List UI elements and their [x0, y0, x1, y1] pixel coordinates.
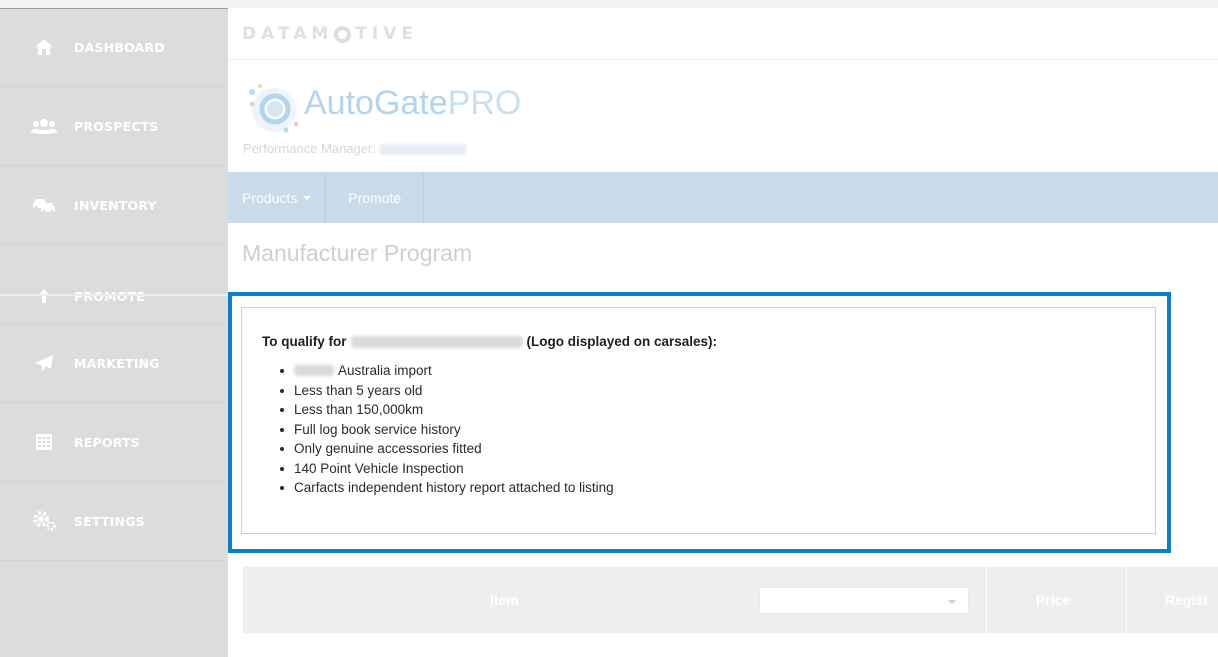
performance-manager: Performance Manager: [243, 141, 466, 156]
sidebar-item-reports[interactable]: REPORTS [0, 403, 228, 482]
redacted-program-name [350, 335, 523, 348]
sidebar-item-label: SETTINGS [74, 513, 145, 529]
list-item: Carfacts independent history report atta… [280, 478, 614, 498]
performance-manager-label: Performance Manager: [243, 141, 376, 156]
sidebar-top-divider [0, 8, 228, 9]
list-item-text: Less than 150,000km [294, 402, 424, 417]
paper-plane-icon [28, 354, 60, 372]
list-item-text: Only genuine accessories fitted [294, 441, 482, 456]
column-header-price[interactable]: Price [1036, 567, 1070, 633]
redacted-brand [294, 365, 334, 377]
column-divider [1126, 567, 1127, 633]
app-title-suffix: PRO [447, 84, 522, 122]
sidebar-item-label: MARKETING [74, 355, 160, 371]
sidebar-item-label: INVENTORY [74, 197, 157, 213]
column-divider [986, 567, 987, 633]
list-item: Only genuine accessories fitted [280, 439, 614, 459]
gears-icon [28, 511, 60, 531]
qualification-heading: To qualify for (Logo displayed on carsal… [262, 334, 717, 349]
table-header: Item Price Regist [243, 567, 1218, 633]
list-item: Australia import [280, 361, 614, 381]
list-item-text: Australia import [338, 363, 432, 378]
list-item-text: 140 Point Vehicle Inspection [294, 460, 464, 476]
arrow-up-icon [28, 288, 60, 304]
list-item: Less than 150,000km [280, 400, 614, 420]
autogate-logo-icon [249, 84, 298, 133]
sidebar-item-label: PROSPECTS [74, 118, 159, 134]
cars-icon [28, 196, 60, 214]
main-menu-bar: Products Promote [228, 172, 1218, 223]
item-filter-select[interactable] [759, 587, 969, 614]
home-icon [28, 38, 60, 56]
brand-o-icon [334, 25, 352, 43]
column-header-item[interactable]: Item [490, 567, 519, 633]
app-title-main: AutoGate [304, 84, 448, 122]
sidebar-item-label: PROMOTE [74, 288, 145, 304]
chevron-down-icon [303, 195, 312, 200]
qualification-list: Australia import Less than 5 years old L… [280, 361, 614, 498]
report-grid-icon [28, 433, 60, 451]
page-title: Manufacturer Program [242, 240, 473, 266]
brand-text-left: DATAM [242, 24, 334, 44]
sidebar-item-promote[interactable]: PROMOTE [0, 245, 228, 324]
sidebar-item-settings[interactable]: SETTINGS [0, 482, 228, 561]
sidebar-item-label: DASHBOARD [74, 39, 165, 55]
brand-bar: DATAM TIVE [228, 8, 1218, 60]
redacted-name [379, 144, 466, 156]
main-content: DATAM TIVE AutoGatePRO Performance Manag… [228, 8, 1218, 657]
list-item: Less than 5 years old [280, 381, 614, 401]
list-item-text: Carfacts independent history report atta… [294, 480, 614, 495]
sidebar-item-inventory[interactable]: INVENTORY [0, 166, 228, 245]
menu-promote[interactable]: Promote [326, 172, 425, 223]
qualification-panel: To qualify for (Logo displayed on carsal… [241, 307, 1156, 534]
chevron-down-icon [948, 600, 956, 604]
brand-text-right: TIVE [355, 24, 419, 44]
sidebar-item-prospects[interactable]: PROSPECTS [0, 87, 228, 166]
sidebar-item-marketing[interactable]: MARKETING [0, 324, 228, 403]
list-item-text: Less than 5 years old [294, 382, 423, 398]
users-icon [28, 118, 60, 134]
sidebar: DASHBOARD PROSPECTS INVENTORY PROMOTE MA… [0, 8, 228, 657]
sidebar-item-dashboard[interactable]: DASHBOARD [0, 8, 228, 87]
menu-products-dropdown[interactable]: Products [228, 172, 327, 223]
list-item-text: Full log book service history [294, 421, 461, 437]
sidebar-divider [0, 294, 228, 296]
menu-products-label: Products [242, 189, 298, 206]
datamotive-logo: DATAM TIVE [242, 24, 418, 44]
app-title: AutoGatePRO [304, 84, 521, 123]
qualify-prefix: To qualify for [262, 334, 347, 349]
list-item: 140 Point Vehicle Inspection [280, 459, 614, 479]
qualify-suffix: (Logo displayed on carsales): [526, 334, 718, 349]
sidebar-item-label: REPORTS [74, 434, 140, 450]
list-item: Full log book service history [280, 420, 614, 440]
column-header-registration[interactable]: Regist [1165, 567, 1208, 633]
menu-promote-label: Promote [348, 189, 402, 206]
